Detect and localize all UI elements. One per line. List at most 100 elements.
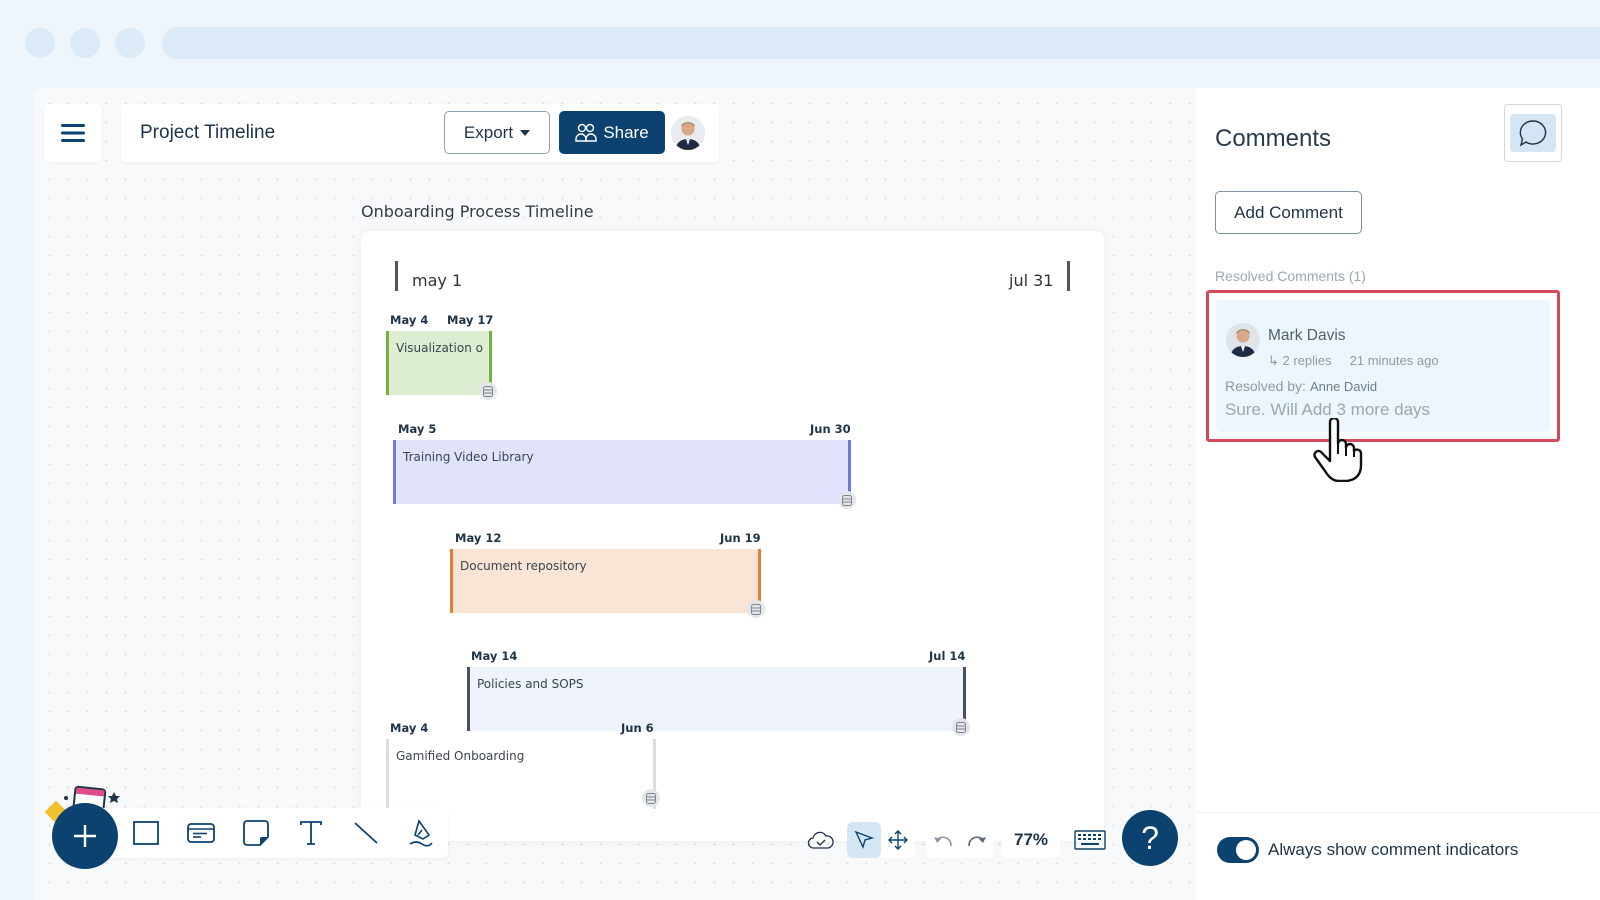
resolved-by-name: Anne David xyxy=(1309,379,1378,394)
task-bar[interactable]: Visualization o xyxy=(386,331,492,395)
task-end-date: May 17 xyxy=(447,313,494,327)
timeline-start-marker xyxy=(395,261,398,291)
commenter-avatar xyxy=(1226,323,1260,357)
task-resize-handle[interactable] xyxy=(642,789,660,807)
task-start-date: May 14 xyxy=(471,649,518,663)
comment-meta: ↳ 2 replies 21 minutes ago xyxy=(1268,353,1439,369)
add-button[interactable] xyxy=(52,803,118,869)
address-bar[interactable] xyxy=(162,27,1600,59)
database-icon xyxy=(646,792,656,804)
comment-highlight: Mark Davis ↳ 2 replies 21 minutes ago Res… xyxy=(1206,290,1560,442)
timeline-title: Onboarding Process Timeline xyxy=(361,202,594,221)
undo-button[interactable] xyxy=(926,822,960,858)
export-button[interactable]: Export xyxy=(444,111,550,154)
panel-footer: Always show comment indicators xyxy=(1196,812,1600,900)
add-comment-button[interactable]: Add Comment xyxy=(1215,191,1362,234)
database-icon xyxy=(751,603,761,615)
task-start-date: May 4 xyxy=(390,721,429,735)
sticky-note-icon xyxy=(243,820,269,846)
pen-tool[interactable] xyxy=(406,818,436,848)
window-dot xyxy=(115,28,145,58)
panel-title: Comments xyxy=(1215,125,1332,152)
cloud-saved-indicator xyxy=(804,822,838,858)
move-arrows-icon xyxy=(888,830,908,850)
resolved-by: Resolved by: Anne David xyxy=(1225,378,1377,394)
task-label: Visualization o xyxy=(396,341,483,355)
replies-link[interactable]: ↳ 2 replies xyxy=(1268,353,1332,368)
zoom-level: 77% xyxy=(1014,830,1049,849)
export-label: Export xyxy=(463,122,514,142)
task-start-date: May 4 xyxy=(390,313,429,327)
comments-panel: Comments Add Comment Resolved Comments (… xyxy=(1196,88,1600,900)
window-dot xyxy=(70,28,100,58)
help-button[interactable]: ? xyxy=(1122,810,1178,866)
resolved-by-label: Resolved by: xyxy=(1225,378,1306,394)
save-status xyxy=(804,822,838,858)
person-photo-icon xyxy=(671,116,705,150)
task-label: Gamified Onboarding xyxy=(396,749,525,763)
task-resize-handle[interactable] xyxy=(747,600,765,618)
share-button[interactable]: Share xyxy=(559,111,665,154)
redo-button[interactable] xyxy=(960,822,994,858)
timeline-end-marker xyxy=(1067,261,1070,291)
card-icon xyxy=(187,823,215,843)
keyboard-shortcuts[interactable] xyxy=(1074,822,1106,858)
line-tool[interactable] xyxy=(351,818,381,848)
card-tool[interactable] xyxy=(186,818,216,848)
top-bar: Project Timeline Export Share xyxy=(121,104,719,162)
comments-toggle-button[interactable] xyxy=(1504,104,1562,162)
app-window: Project Timeline Export Share Onboarding… xyxy=(34,88,1600,900)
hamburger-menu-icon xyxy=(61,124,85,142)
text-icon xyxy=(300,821,322,845)
line-icon xyxy=(354,822,378,844)
text-tool[interactable] xyxy=(296,818,326,848)
task-bar[interactable]: Training Video Library xyxy=(393,440,851,504)
hand-cursor-icon xyxy=(1313,418,1363,482)
rectangle-icon xyxy=(133,821,159,845)
rectangle-tool[interactable] xyxy=(131,818,161,848)
document-title[interactable]: Project Timeline xyxy=(140,122,275,144)
window-dot xyxy=(25,28,55,58)
task-resize-handle[interactable] xyxy=(838,491,856,509)
resolved-comments-label: Resolved Comments (1) xyxy=(1215,268,1366,284)
speech-bubble-icon xyxy=(1519,120,1547,147)
task-end-date: Jul 14 xyxy=(929,649,966,663)
undo-icon xyxy=(934,836,952,847)
users-icon xyxy=(575,123,598,142)
task-end-date: Jun 30 xyxy=(810,422,851,436)
pointer-icon xyxy=(854,830,875,849)
zoom-control[interactable]: 77% xyxy=(1002,822,1061,858)
task-bar[interactable]: Policies and SOPS xyxy=(467,667,966,731)
database-icon xyxy=(842,494,852,506)
timeline-end-label: jul 31 xyxy=(1009,271,1054,290)
canvas[interactable]: Project Timeline Export Share Onboarding… xyxy=(34,88,1196,900)
task-label: Policies and SOPS xyxy=(477,677,584,691)
comment-body: Sure. Will Add 3 more days xyxy=(1225,400,1431,419)
select-tool[interactable] xyxy=(847,822,881,858)
comment-indicators-toggle[interactable] xyxy=(1217,837,1259,863)
task-resize-handle[interactable] xyxy=(479,382,497,400)
share-label: Share xyxy=(603,122,649,142)
cloud-check-icon xyxy=(807,831,834,849)
task-bar[interactable]: Document repository xyxy=(450,549,761,613)
user-avatar[interactable] xyxy=(671,116,705,150)
task-resize-handle[interactable] xyxy=(952,718,970,736)
pen-icon xyxy=(409,819,433,847)
timeline-start-label: may 1 xyxy=(412,271,463,290)
database-icon xyxy=(483,385,493,397)
task-end-date: Jun 6 xyxy=(621,721,654,735)
menu-button[interactable] xyxy=(44,104,102,162)
comment-time: 21 minutes ago xyxy=(1349,353,1439,368)
plus-icon xyxy=(74,825,96,847)
comment-item[interactable]: Mark Davis ↳ 2 replies 21 minutes ago Res… xyxy=(1216,300,1550,432)
pan-tool[interactable] xyxy=(881,822,915,858)
task-label: Document repository xyxy=(460,559,587,573)
sticky-note-tool[interactable] xyxy=(241,818,271,848)
task-label: Training Video Library xyxy=(403,450,534,464)
timeline-card[interactable]: may 1 jul 31 May 4 May 17 Visualization … xyxy=(361,231,1104,841)
toggle-knob xyxy=(1236,840,1256,860)
mode-controls xyxy=(847,822,915,858)
shapes-toolbar xyxy=(84,808,448,858)
person-photo-icon xyxy=(1226,323,1260,357)
task-bar[interactable]: Gamified Onboarding xyxy=(386,739,656,809)
